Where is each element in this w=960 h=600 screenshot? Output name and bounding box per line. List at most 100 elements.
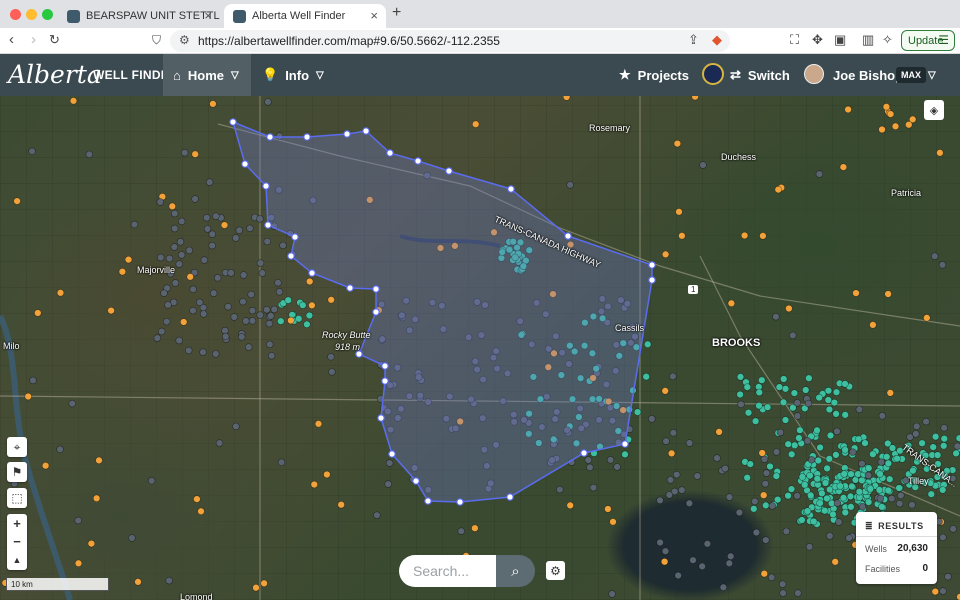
well-marker[interactable] [238,333,246,341]
well-marker[interactable] [955,434,960,442]
well-marker[interactable] [589,483,598,492]
well-marker[interactable] [784,492,792,500]
well-marker[interactable] [74,516,82,525]
well-marker[interactable] [825,455,833,463]
well-marker[interactable] [719,583,728,591]
well-marker[interactable] [886,110,895,118]
well-marker[interactable] [841,380,849,388]
well-marker[interactable] [952,449,960,458]
user-menu-chevron[interactable]: ▽ [928,54,936,96]
well-marker[interactable] [176,238,185,246]
well-marker[interactable] [801,386,810,394]
polygon-vertex-handle[interactable] [648,261,656,269]
polygon-vertex-handle[interactable] [308,269,316,277]
well-marker[interactable] [877,458,885,466]
well-marker[interactable] [908,501,916,509]
well-marker[interactable] [854,435,863,443]
well-marker[interactable] [897,491,905,500]
well-marker[interactable] [931,587,939,596]
well-marker[interactable] [940,424,948,432]
well-marker[interactable] [248,306,257,315]
well-marker[interactable] [107,306,115,315]
well-marker[interactable] [158,327,166,336]
well-marker[interactable] [762,469,771,477]
well-marker[interactable] [848,482,856,491]
well-marker[interactable] [284,296,292,304]
well-marker[interactable] [672,470,681,479]
well-marker[interactable] [832,410,840,418]
well-marker[interactable] [841,411,849,419]
well-marker[interactable] [691,96,699,101]
well-marker[interactable] [56,445,64,453]
well-marker[interactable] [736,373,745,381]
well-marker[interactable] [562,96,571,101]
well-marker[interactable] [814,456,822,465]
well-marker[interactable] [784,440,792,448]
well-marker[interactable] [824,387,833,395]
well-marker[interactable] [755,388,763,397]
well-marker[interactable] [953,442,960,450]
well-marker[interactable] [779,398,788,406]
well-marker[interactable] [761,480,769,488]
polygon-vertex-handle[interactable] [507,185,515,193]
well-marker[interactable] [805,543,814,551]
well-marker[interactable] [767,573,776,582]
well-marker[interactable] [772,448,781,456]
well-marker[interactable] [818,489,826,498]
well-marker[interactable] [247,290,255,299]
well-marker[interactable] [621,450,629,459]
well-marker[interactable] [891,122,900,130]
well-marker[interactable] [895,499,904,508]
polygon-vertex-handle[interactable] [343,130,351,138]
well-marker[interactable] [727,299,736,308]
zoom-in-button[interactable]: + [7,514,27,533]
well-marker[interactable] [227,269,235,277]
well-marker[interactable] [678,232,686,240]
map-overlay[interactable] [0,96,960,600]
well-marker[interactable] [606,456,615,464]
well-marker[interactable] [878,125,886,134]
close-tab-icon[interactable]: × [204,8,212,23]
well-marker[interactable] [134,578,142,586]
well-marker[interactable] [665,491,673,499]
well-marker[interactable] [667,449,676,458]
well-marker[interactable] [153,334,162,342]
well-marker[interactable] [674,571,682,580]
layers-button[interactable]: ◈ [924,100,944,120]
well-marker[interactable] [939,442,948,450]
well-marker[interactable] [177,251,186,259]
well-marker[interactable] [248,317,257,325]
polygon-vertex-handle[interactable] [414,157,422,165]
well-marker[interactable] [703,540,712,548]
well-marker[interactable] [813,475,821,483]
well-marker[interactable] [840,470,848,478]
well-marker[interactable] [203,225,212,233]
well-marker[interactable] [938,486,947,494]
well-marker[interactable] [929,443,937,451]
well-marker[interactable] [95,456,103,465]
well-marker[interactable] [815,170,824,178]
well-marker[interactable] [790,441,799,449]
well-marker[interactable] [844,105,852,114]
well-marker[interactable] [858,460,866,468]
well-marker[interactable] [252,584,260,592]
well-marker[interactable] [758,449,766,457]
well-marker[interactable] [869,450,877,458]
well-marker[interactable] [774,185,782,194]
well-marker[interactable] [726,552,735,560]
well-marker[interactable] [212,350,220,358]
well-marker[interactable] [849,448,857,456]
well-marker[interactable] [923,314,931,322]
polygon-vertex-handle[interactable] [621,440,629,448]
user-avatar[interactable] [804,64,824,84]
well-marker[interactable] [256,215,264,223]
well-marker[interactable] [912,422,921,431]
well-marker[interactable] [832,388,841,396]
well-marker[interactable] [839,163,848,171]
polygon-vertex-handle[interactable] [388,450,396,458]
well-marker[interactable] [34,309,42,317]
well-marker[interactable] [180,318,188,326]
extensions-icon[interactable]: ✥ [812,32,823,48]
well-marker[interactable] [189,285,197,294]
well-marker[interactable] [803,437,812,445]
